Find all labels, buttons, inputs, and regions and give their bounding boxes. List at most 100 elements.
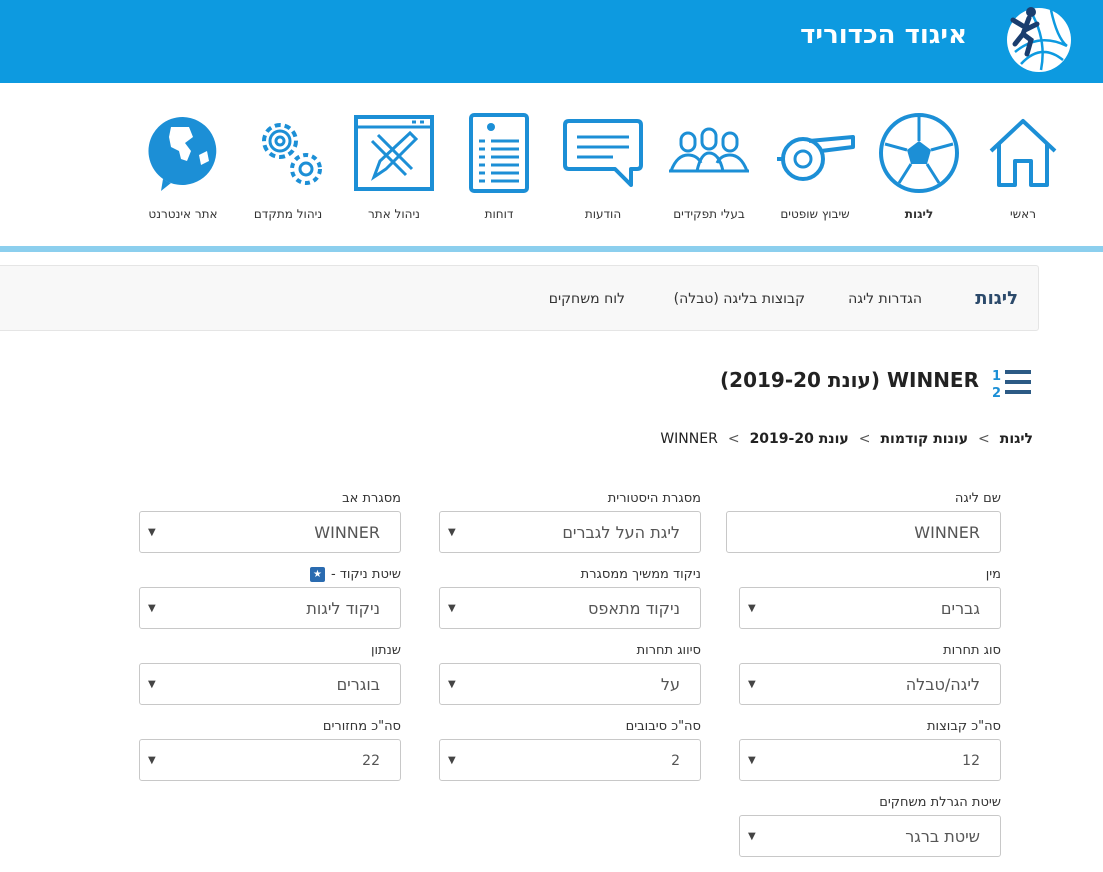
breadcrumb-leagues[interactable]: ליגות	[1000, 431, 1033, 447]
nav-item-home[interactable]: ראשי	[968, 111, 1078, 221]
league-name-input[interactable]: WINNER	[726, 511, 1001, 553]
caret-down-icon: ▼	[748, 679, 756, 690]
field-parent-frame: מסגרת אב WINNER ▼	[139, 491, 401, 553]
age-group-value: בוגרים	[336, 675, 380, 694]
subnav-link-league-teams[interactable]: קבוצות בליגה (טבלה)	[674, 291, 805, 307]
nav-label-site-management: ניהול אתר	[368, 207, 420, 221]
main-nav: ראשי ליגות שיבוץ שופטים בעלי תפקידים הוד…	[0, 83, 1103, 246]
nav-label-website: אתר אינטרנט	[148, 207, 218, 221]
nav-label-leagues: ליגות	[904, 207, 934, 221]
ball-icon	[879, 113, 959, 193]
field-total-cycles: סה"כ מחזורים 22 ▼	[139, 719, 401, 781]
nav-item-referees[interactable]: שיבוץ שופטים	[760, 111, 870, 221]
parent-frame-label: מסגרת אב	[342, 491, 401, 506]
breadcrumb-separator: >	[858, 431, 871, 447]
nav-item-site-management[interactable]: ניהול אתר	[339, 111, 449, 221]
nav-label-referees: שיבוץ שופטים	[780, 207, 850, 221]
field-competition-class: סיווג תחרות על ▼	[439, 643, 701, 705]
parent-frame-select[interactable]: WINNER ▼	[139, 511, 401, 553]
total-rounds-select[interactable]: 2 ▼	[439, 739, 701, 781]
competition-class-select[interactable]: על ▼	[439, 663, 701, 705]
parent-frame-value: WINNER	[314, 523, 380, 542]
caret-down-icon: ▼	[748, 603, 756, 614]
competition-type-label: סוג תחרות	[943, 643, 1001, 658]
nav-label-home: ראשי	[1010, 207, 1036, 221]
nav-label-advanced-management: ניהול מתקדם	[253, 207, 323, 221]
historic-frame-label: מסגרת היסטורית	[607, 491, 701, 506]
gender-select[interactable]: גברים ▼	[739, 587, 1001, 629]
scoring-method-label-wrap: שיטת ניקוד - ★	[139, 567, 401, 585]
site-title[interactable]: איגוד הכדוריד	[800, 20, 967, 50]
field-scoring-method: שיטת ניקוד - ★ ניקוד ליגות ▼	[139, 567, 401, 629]
total-cycles-label: סה"כ מחזורים	[322, 719, 401, 734]
subnav-brand[interactable]: ליגות	[975, 288, 1018, 309]
gender-label: מין	[985, 567, 1001, 582]
star-info-icon[interactable]: ★	[309, 567, 325, 582]
breadcrumb-separator: >	[978, 431, 990, 447]
field-total-rounds: סה"כ סיבובים 2 ▼	[439, 719, 701, 781]
field-scoring-from-frame: ניקוד ממשיך ממסגרת ניקוד מתאפס ▼	[439, 567, 701, 629]
total-cycles-value: 22	[362, 753, 380, 769]
subnav-link-league-settings[interactable]: הגדרות ליגה	[848, 291, 922, 307]
message-icon	[563, 119, 643, 187]
total-rounds-value: 2	[671, 753, 680, 769]
nav-item-reports[interactable]: דוחות	[444, 111, 554, 221]
svg-text:1: 1	[992, 369, 1001, 384]
page-title: WINNER (עונת 2019-20)	[720, 368, 979, 392]
caret-down-icon: ▼	[448, 527, 456, 538]
field-historic-frame: מסגרת היסטורית ליגת העל לגברים ▼	[439, 491, 701, 553]
historic-frame-value: ליגת העל לגברים	[562, 523, 680, 542]
draw-method-select[interactable]: שיטת ברגר ▼	[739, 815, 1001, 857]
nav-item-staff[interactable]: בעלי תפקידים	[654, 111, 764, 221]
draw-method-label: שיטת הגרלת משחקים	[879, 795, 1001, 810]
caret-down-icon: ▼	[148, 679, 156, 690]
caret-down-icon: ▼	[148, 527, 156, 538]
competition-class-label: סיווג תחרות	[636, 643, 701, 658]
nav-label-messages: הודעות	[584, 207, 622, 221]
nav-label-reports: דוחות	[484, 207, 514, 221]
draw-method-value: שיטת ברגר	[905, 827, 980, 846]
total-rounds-label: סה"כ סיבובים	[625, 719, 701, 734]
nav-item-messages[interactable]: הודעות	[548, 111, 658, 221]
caret-down-icon: ▼	[448, 679, 456, 690]
scoring-method-label: שיטת ניקוד -	[330, 567, 401, 582]
nav-item-leagues[interactable]: ליגות	[864, 111, 974, 221]
total-teams-value: 12	[962, 753, 980, 769]
total-teams-label: סה"כ קבוצות	[927, 719, 1001, 734]
scoring-method-select[interactable]: ניקוד ליגות ▼	[139, 587, 401, 629]
field-age-group: שנתון בוגרים ▼	[139, 643, 401, 705]
field-league-name: שם ליגה WINNER	[726, 491, 1001, 553]
caret-down-icon: ▼	[448, 603, 456, 614]
league-subnav: ליגות הגדרות ליגה קבוצות בליגה (טבלה) לו…	[0, 265, 1039, 331]
report-icon	[469, 113, 529, 193]
breadcrumb-current: WINNER	[660, 431, 718, 447]
competition-type-value: ליגה/טבלה	[905, 675, 980, 694]
league-name-value: WINNER	[914, 523, 980, 542]
gears-icon	[262, 123, 322, 185]
breadcrumb: ליגות > עונות קודמות > עונת 2019-20 > WINNER	[660, 431, 1033, 447]
nav-divider	[0, 246, 1103, 252]
competition-type-select[interactable]: ליגה/טבלה ▼	[739, 663, 1001, 705]
nav-item-advanced-management[interactable]: ניהול מתקדם	[233, 111, 343, 221]
numbered-list-icon: 1 2	[992, 369, 1031, 401]
breadcrumb-separator: >	[727, 431, 740, 447]
nav-item-website[interactable]: אתר אינטרנט	[128, 111, 238, 221]
caret-down-icon: ▼	[748, 755, 756, 766]
gender-value: גברים	[940, 599, 980, 618]
total-teams-select[interactable]: 12 ▼	[739, 739, 1001, 781]
handball-logo-icon[interactable]	[1001, 2, 1073, 74]
historic-frame-select[interactable]: ליגת העל לגברים ▼	[439, 511, 701, 553]
competition-class-value: על	[660, 675, 680, 694]
subnav-link-game-schedule[interactable]: לוח משחקים	[549, 291, 625, 307]
scoring-from-frame-label: ניקוד ממשיך ממסגרת	[580, 567, 701, 582]
nav-label-staff: בעלי תפקידים	[673, 207, 745, 221]
field-total-teams: סה"כ קבוצות 12 ▼	[739, 719, 1001, 781]
age-group-select[interactable]: בוגרים ▼	[139, 663, 401, 705]
total-cycles-select[interactable]: 22 ▼	[139, 739, 401, 781]
breadcrumb-previous-seasons[interactable]: עונות קודמות	[880, 431, 968, 447]
breadcrumb-season[interactable]: עונת 2019-20	[750, 431, 849, 447]
home-icon	[989, 119, 1057, 187]
field-draw-method: שיטת הגרלת משחקים שיטת ברגר ▼	[739, 795, 1001, 857]
scoring-from-frame-select[interactable]: ניקוד מתאפס ▼	[439, 587, 701, 629]
people-icon	[669, 127, 749, 173]
